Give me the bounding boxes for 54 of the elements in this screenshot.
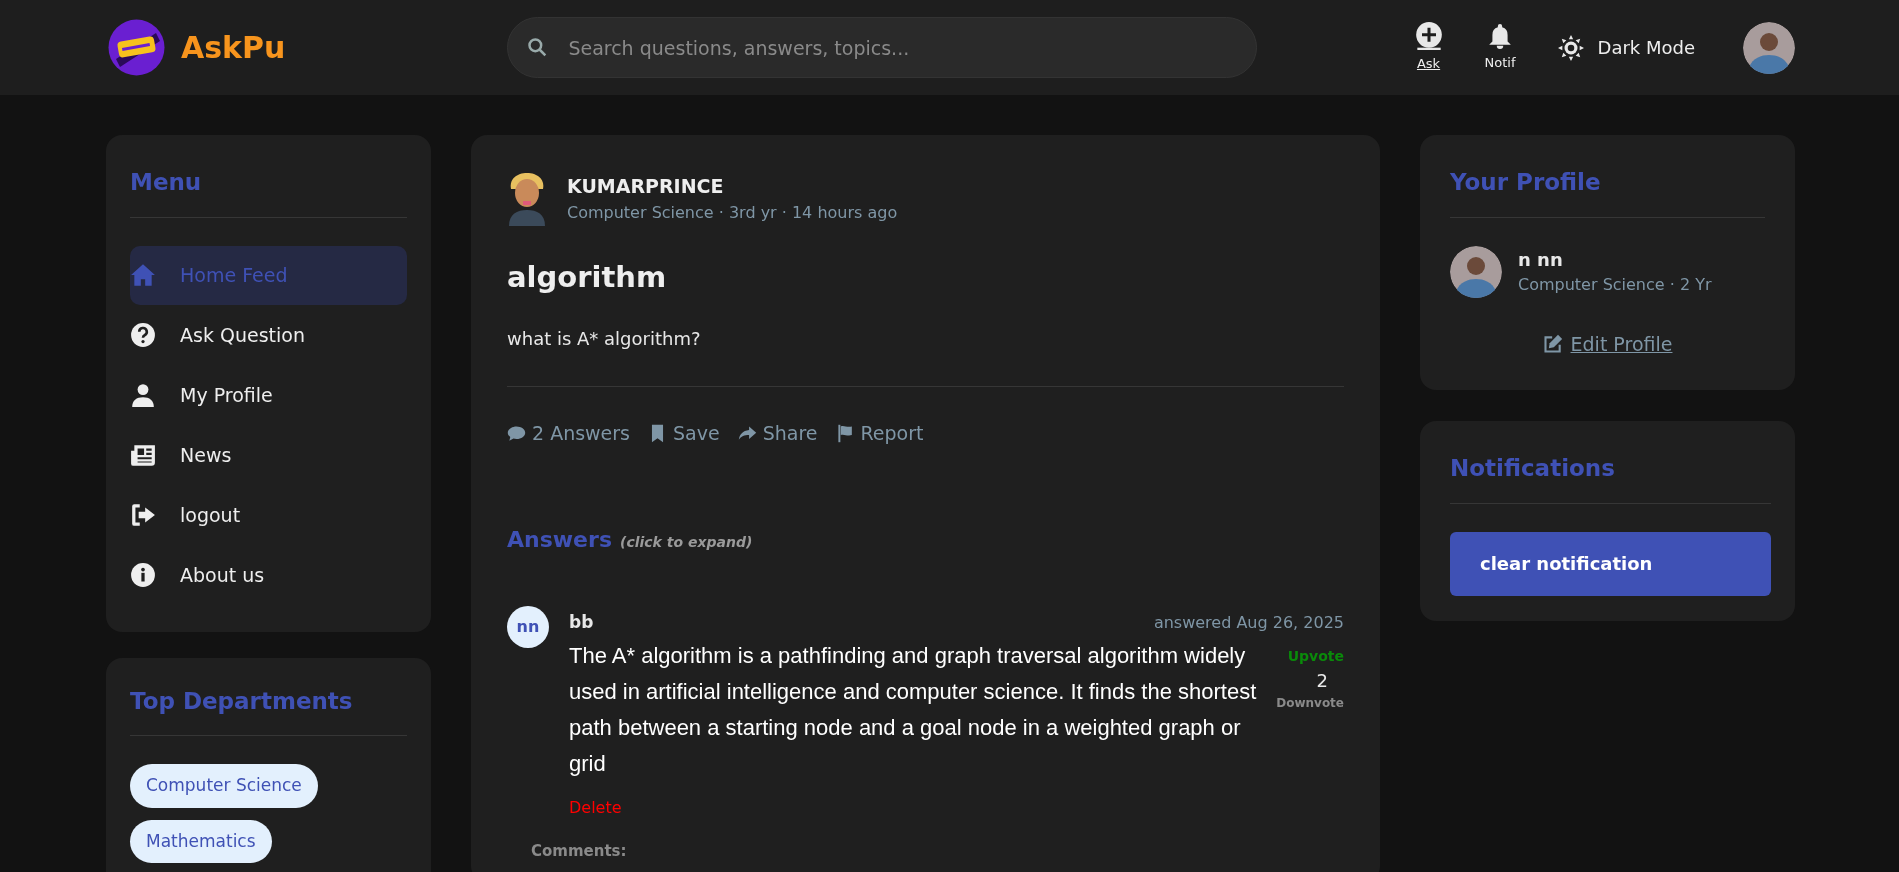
logo-icon [108, 19, 165, 76]
question-meta: Computer Science · 3rd yr · 14 hours ago [567, 201, 898, 224]
vote-count: 2 [1316, 668, 1328, 693]
panel-title: Your Profile [1450, 169, 1602, 197]
ask-link[interactable]: Ask [1416, 53, 1441, 74]
expand-hint: (click to expand) [620, 533, 753, 553]
question-body: what is A* algorithm? [507, 326, 702, 351]
upvote-button[interactable]: Upvote [1287, 645, 1344, 667]
report-button[interactable]: Report [835, 418, 924, 448]
cartoon-avatar-icon [507, 171, 547, 226]
menu-item[interactable]: My Profile [130, 365, 407, 425]
department-tag[interactable]: Mathematics [130, 819, 272, 864]
dark-mode-toggle[interactable]: Dark Mode [1591, 33, 1701, 62]
home-icon [130, 262, 156, 289]
notification-link[interactable]: Notif [1484, 52, 1516, 73]
delete-button[interactable]: Delete [569, 795, 622, 820]
flag-icon [835, 423, 855, 443]
menu-item[interactable]: News [130, 425, 407, 485]
answer-date: answered Aug 26, 2025 [1153, 612, 1344, 635]
profile-meta: Computer Science · 2 Yr [1518, 274, 1712, 297]
question-icon [130, 322, 156, 349]
panel-title: Notifications [1450, 455, 1616, 483]
search-field[interactable]: Search questions, answers, topics... [507, 17, 1258, 78]
question-title: algorithm [507, 260, 668, 295]
save-button[interactable]: Save [648, 418, 720, 448]
panel-title: Top Departments [130, 687, 354, 716]
menu-item[interactable]: About us [130, 545, 407, 605]
menu-item[interactable]: Ask Question [130, 305, 407, 365]
comment-icon [507, 423, 526, 443]
share-button[interactable]: Share [737, 418, 818, 448]
comments-label: Comments: [531, 840, 628, 862]
answer-author: bb [569, 611, 594, 635]
user-avatar: nn [507, 606, 549, 649]
info-icon [130, 562, 156, 589]
profile-name: n nn [1518, 248, 1564, 273]
answers-button[interactable]: 2 Answers [507, 418, 630, 448]
menu-item[interactable]: logout [130, 485, 407, 545]
sun-icon [1557, 34, 1584, 61]
author-name[interactable]: KUMARPRINCE [567, 172, 898, 201]
department-tag[interactable]: Computer Science [130, 764, 318, 808]
logout-icon [130, 502, 156, 529]
bell-icon [1487, 22, 1514, 49]
edit-profile-link[interactable]: Edit Profile [1570, 329, 1673, 359]
plus-icon [1414, 21, 1443, 50]
user-icon [130, 382, 156, 409]
downvote-button[interactable]: Downvote [1276, 693, 1344, 712]
brand-name[interactable]: AskPu [181, 25, 286, 70]
answer-text: The A* algorithm is a pathfinding and graph traversal algorithm widely used in artificial intelligence and computer science. It finds the shortest path between a starting node and a goal node in a weighted graph or grid [569, 641, 1258, 778]
newspaper-icon [130, 442, 156, 469]
edit-icon [1542, 333, 1563, 354]
clear-notification-button[interactable]: clear notification [1450, 531, 1771, 596]
avatar-icon [1450, 245, 1502, 298]
avatar-icon[interactable] [1743, 21, 1795, 74]
panel-title: Menu [130, 169, 203, 197]
